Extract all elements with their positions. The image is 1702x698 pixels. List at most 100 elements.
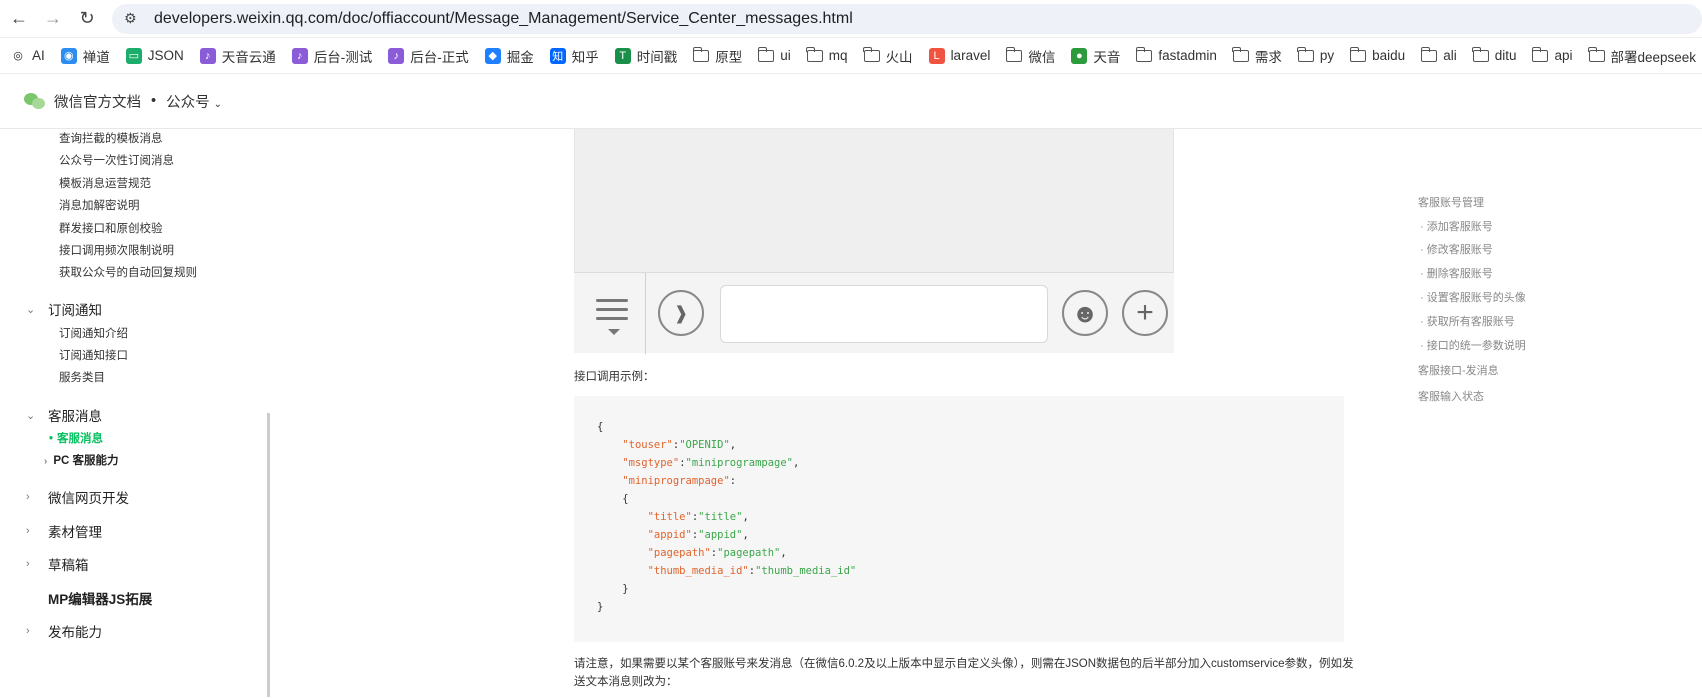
bookmark-label: 火山: [885, 49, 913, 65]
folder-icon: [1531, 46, 1549, 62]
sidebar-item[interactable]: 获取公众号的自动回复规则: [59, 264, 197, 280]
folder-icon: [692, 46, 710, 62]
bookmark-item[interactable]: fastadmin: [1135, 46, 1217, 63]
chevron-right-icon: ›: [26, 625, 30, 637]
site-title[interactable]: 微信官方文档: [54, 91, 141, 112]
bookmark-item[interactable]: api: [1531, 46, 1573, 63]
toc-item[interactable]: · 修改客服账号: [1420, 241, 1493, 257]
sidebar-section[interactable]: › 素材管理: [26, 521, 102, 541]
section-label: 草稿箱: [48, 558, 89, 573]
site-info-icon[interactable]: ⚙: [124, 10, 144, 27]
wechat-logo-icon[interactable]: [24, 93, 46, 109]
toc-item[interactable]: · 删除客服账号: [1420, 265, 1493, 281]
sidebar-item[interactable]: 订阅通知介绍: [59, 325, 128, 341]
chevron-right-icon: ›: [26, 525, 30, 537]
sidebar-item[interactable]: 群发接口和原创校验: [59, 220, 163, 236]
chevron-down-icon: ⌄: [26, 409, 36, 422]
bookmark-label: 后台-测试: [313, 49, 373, 65]
toc-item[interactable]: 客服接口-发消息: [1418, 362, 1499, 378]
code-line: "miniprogrampage":: [622, 475, 737, 487]
sidebar-item[interactable]: 订阅通知接口: [59, 347, 128, 363]
section-label: 订阅通知: [48, 303, 102, 318]
bookmark-label: laravel: [950, 48, 991, 63]
code-line: "thumb_media_id":"thumb_media_id": [647, 565, 857, 577]
bookmark-item[interactable]: 原型: [692, 46, 742, 66]
bookmark-item[interactable]: ◎ AI: [10, 47, 45, 64]
sidebar-item-active[interactable]: 客服消息: [49, 430, 103, 446]
url-field[interactable]: ⚙ developers.weixin.qq.com/doc/offiaccou…: [112, 3, 1702, 34]
bookmark-label: py: [1319, 48, 1335, 63]
bookmark-item[interactable]: ditu: [1472, 46, 1516, 63]
toc-item[interactable]: · 添加客服账号: [1420, 218, 1493, 234]
toc-item[interactable]: · 获取所有客服账号: [1420, 313, 1515, 329]
sidebar-section-subscribe[interactable]: ⌄ 订阅通知: [26, 299, 102, 319]
code-line: {: [597, 421, 604, 433]
reload-icon[interactable]: ↻: [72, 4, 102, 34]
bookmark-item[interactable]: ◉ 禅道: [60, 46, 110, 66]
chat-preview-image: [574, 129, 1174, 272]
bookmark-item[interactable]: ♪ 后台-正式: [388, 46, 469, 66]
toc-item[interactable]: · 设置客服账号的头像: [1420, 289, 1526, 305]
bookmark-item[interactable]: 火山: [862, 46, 913, 66]
bookmark-label: AI: [32, 48, 45, 63]
sidebar-section[interactable]: › 微信网页开发: [26, 487, 129, 507]
bookmark-item[interactable]: Llaravel: [928, 47, 991, 64]
toc-item[interactable]: · 接口的统一参数说明: [1420, 337, 1526, 353]
sidebar-item[interactable]: 服务类目: [59, 369, 105, 385]
bookmark-label: 部署deepseek: [1610, 49, 1697, 65]
folder-icon: [1420, 46, 1438, 62]
bookmark-item[interactable]: ♪ 后台-测试: [291, 46, 373, 66]
folder-icon: [757, 46, 775, 62]
section-dropdown[interactable]: 公众号 ⌄: [166, 91, 222, 112]
bookmark-item[interactable]: ♪ 天音云通: [199, 46, 276, 66]
chevron-right-icon: ›: [26, 558, 30, 570]
address-bar: ← → ↻ ⚙ developers.weixin.qq.com/doc/off…: [0, 0, 1702, 38]
bookmark-item[interactable]: 部署deepseek: [1587, 46, 1697, 66]
sidebar-item[interactable]: 查询拦截的模板消息: [59, 130, 163, 146]
sidebar-scrollbar[interactable]: [267, 413, 270, 697]
toc-item[interactable]: 客服账号管理: [1418, 194, 1484, 210]
bookmark-label: ui: [780, 48, 791, 63]
bookmark-label: 天音: [1093, 49, 1121, 65]
sidebar-item-pc-kefu[interactable]: › PC 客服能力: [44, 452, 119, 468]
section-label: 发布能力: [48, 625, 102, 640]
code-line: "touser":"OPENID",: [622, 439, 737, 451]
sidebar-section-kefu[interactable]: ⌄ 客服消息: [26, 405, 102, 425]
toc-item[interactable]: 客服输入状态: [1418, 388, 1484, 404]
folder-icon: [1135, 46, 1153, 62]
bookmark-item[interactable]: ▭ JSON: [125, 47, 184, 64]
bookmark-item[interactable]: ◆ 掘金: [484, 46, 534, 66]
sidebar-item[interactable]: 模板消息运营规范: [59, 175, 151, 191]
back-icon[interactable]: ←: [4, 4, 34, 34]
sidebar-section[interactable]: MP编辑器JS拓展: [26, 588, 152, 608]
folder-icon: [1297, 46, 1314, 62]
folder-icon: [1587, 46, 1605, 62]
bookmark-label: 微信: [1028, 49, 1056, 65]
bookmark-favicon-icon: 知: [549, 47, 566, 64]
bookmark-item[interactable]: ● 天音: [1071, 46, 1120, 66]
bookmark-item[interactable]: baidu: [1349, 46, 1405, 63]
bookmark-favicon-icon: ●: [1071, 47, 1088, 64]
folder-icon: [1349, 46, 1367, 62]
bookmark-item[interactable]: mq: [806, 46, 848, 63]
bookmark-item[interactable]: ui: [757, 46, 791, 63]
bookmark-item[interactable]: ali: [1420, 46, 1457, 63]
bookmark-label: 时间戳: [636, 49, 678, 65]
sidebar-item[interactable]: 公众号一次性订阅消息: [59, 152, 174, 168]
sidebar-item[interactable]: 接口调用频次限制说明: [59, 242, 174, 258]
sidebar-section[interactable]: › 草稿箱: [26, 554, 89, 574]
bookmark-label: api: [1554, 48, 1573, 63]
sidebar-item[interactable]: 消息加解密说明: [59, 197, 140, 213]
bookmark-item[interactable]: 微信: [1005, 46, 1056, 66]
bookmark-favicon-icon: T: [614, 47, 631, 64]
bookmark-item[interactable]: 需求: [1232, 46, 1282, 66]
bookmark-item[interactable]: py: [1297, 46, 1335, 63]
forward-icon[interactable]: →: [38, 4, 68, 34]
bookmark-label: 天音云通: [221, 49, 276, 65]
section-label: 微信网页开发: [48, 491, 129, 506]
bookmark-label: 禅道: [82, 49, 110, 65]
sidebar-section[interactable]: › 发布能力: [26, 621, 102, 641]
bookmark-item[interactable]: 知知乎: [549, 46, 599, 66]
bookmark-item[interactable]: T 时间戳: [614, 46, 678, 66]
example-label: 接口调用示例：: [574, 371, 655, 383]
